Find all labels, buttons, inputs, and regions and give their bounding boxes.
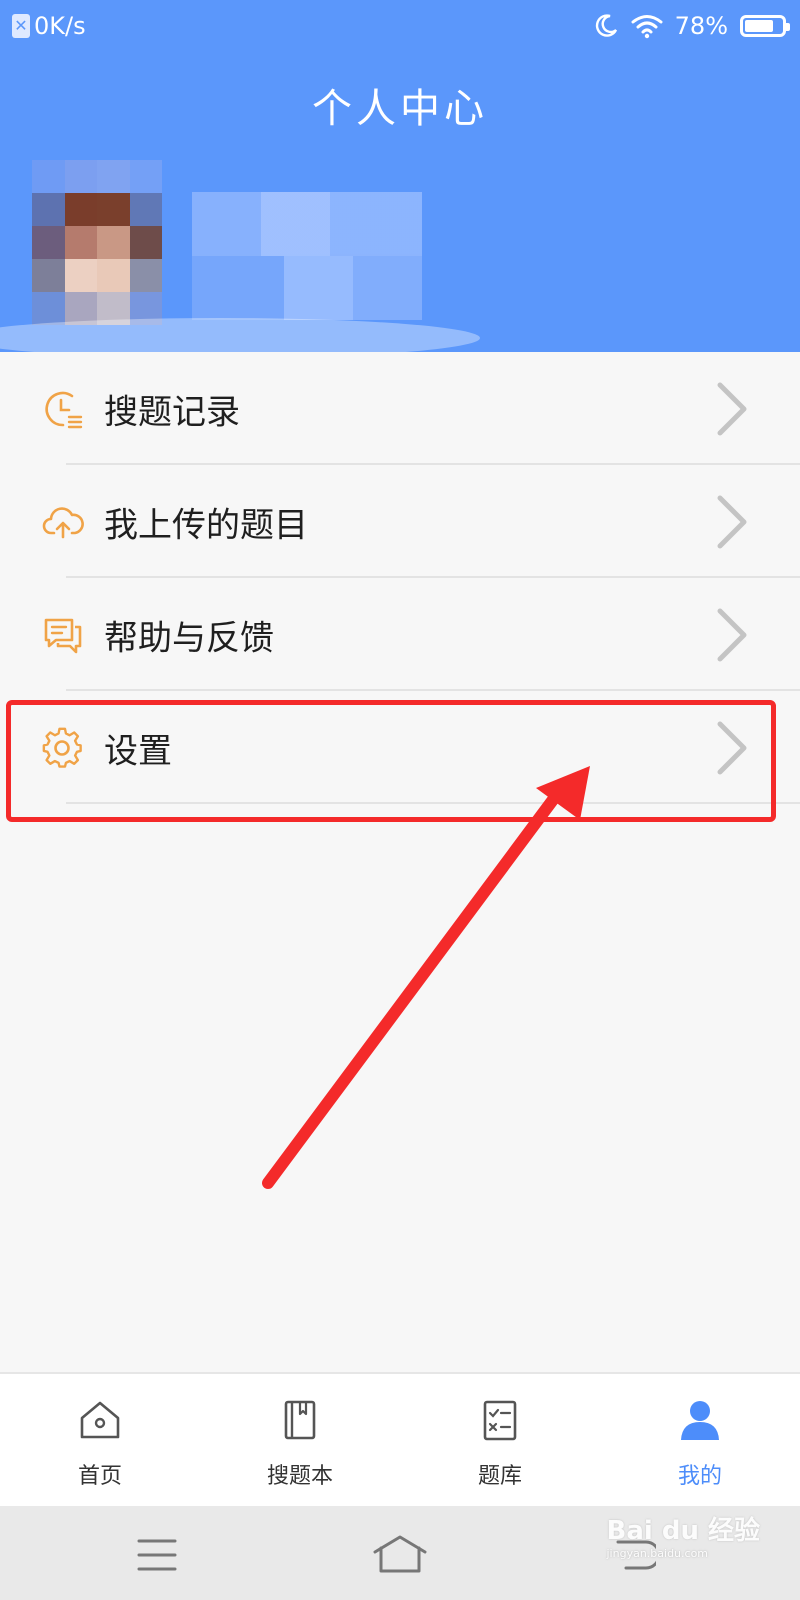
menu-item-my-uploads[interactable]: 我上传的题目 — [0, 465, 800, 578]
menu-item-label: 搜题记录 — [104, 392, 240, 432]
chevron-right-icon — [717, 608, 747, 661]
tab-mine[interactable]: 我的 — [600, 1374, 800, 1508]
menu-item-label: 我上传的题目 — [104, 505, 308, 545]
tab-home[interactable]: 首页 — [0, 1374, 200, 1508]
home-icon — [80, 1401, 120, 1439]
wifi-icon — [631, 15, 663, 39]
menu-item-search-history[interactable]: 搜题记录 — [0, 352, 800, 465]
home-nav-icon[interactable] — [373, 1534, 427, 1574]
tab-label: 题库 — [477, 1464, 522, 1489]
clock-list-icon — [45, 391, 83, 428]
status-right: 78% — [593, 12, 790, 40]
header-wave-decoration — [0, 318, 480, 352]
profile-header: ✕ 0K/s 78% 个人中心 — [0, 0, 800, 352]
username-blurred — [192, 192, 422, 320]
cloud-upload-icon — [42, 506, 84, 538]
checklist-icon — [483, 1400, 517, 1441]
battery-icon — [740, 15, 790, 37]
chevron-right-icon — [717, 495, 747, 548]
sim-off-icon: ✕ — [12, 14, 30, 38]
tab-question-notebook[interactable]: 搜题本 — [200, 1374, 400, 1508]
status-bar: ✕ 0K/s 78% — [0, 0, 800, 56]
battery-fill — [745, 20, 774, 32]
avatar[interactable] — [32, 160, 162, 325]
tab-label: 我的 — [677, 1464, 722, 1489]
baidu-jingyan-watermark: Bai du 经验 jingyan.baidu.com — [607, 1510, 761, 1560]
highlight-box-annotation — [6, 700, 776, 822]
chevron-right-icon — [717, 382, 747, 435]
notebook-icon — [284, 1400, 316, 1440]
tab-label: 搜题本 — [266, 1464, 333, 1489]
bottom-tab-bar: 首页 搜题本 题库 我的 — [0, 1372, 800, 1508]
menu-item-label: 帮助与反馈 — [104, 618, 274, 658]
battery-percent: 78% — [674, 12, 728, 40]
moon-icon — [595, 14, 617, 37]
watermark-url: jingyan.baidu.com — [606, 1547, 709, 1560]
menu-item-help-feedback[interactable]: 帮助与反馈 — [0, 578, 800, 691]
tab-question-bank[interactable]: 题库 — [400, 1374, 600, 1508]
person-icon — [681, 1401, 719, 1440]
chat-bubbles-icon — [44, 618, 82, 653]
status-left: ✕ 0K/s — [12, 12, 86, 40]
tab-label: 首页 — [77, 1464, 122, 1489]
watermark-brand: Bai du 经验 — [606, 1516, 761, 1546]
menu-icon[interactable] — [137, 1538, 177, 1572]
network-speed: 0K/s — [34, 12, 86, 40]
page-title: 个人中心 — [312, 86, 488, 132]
